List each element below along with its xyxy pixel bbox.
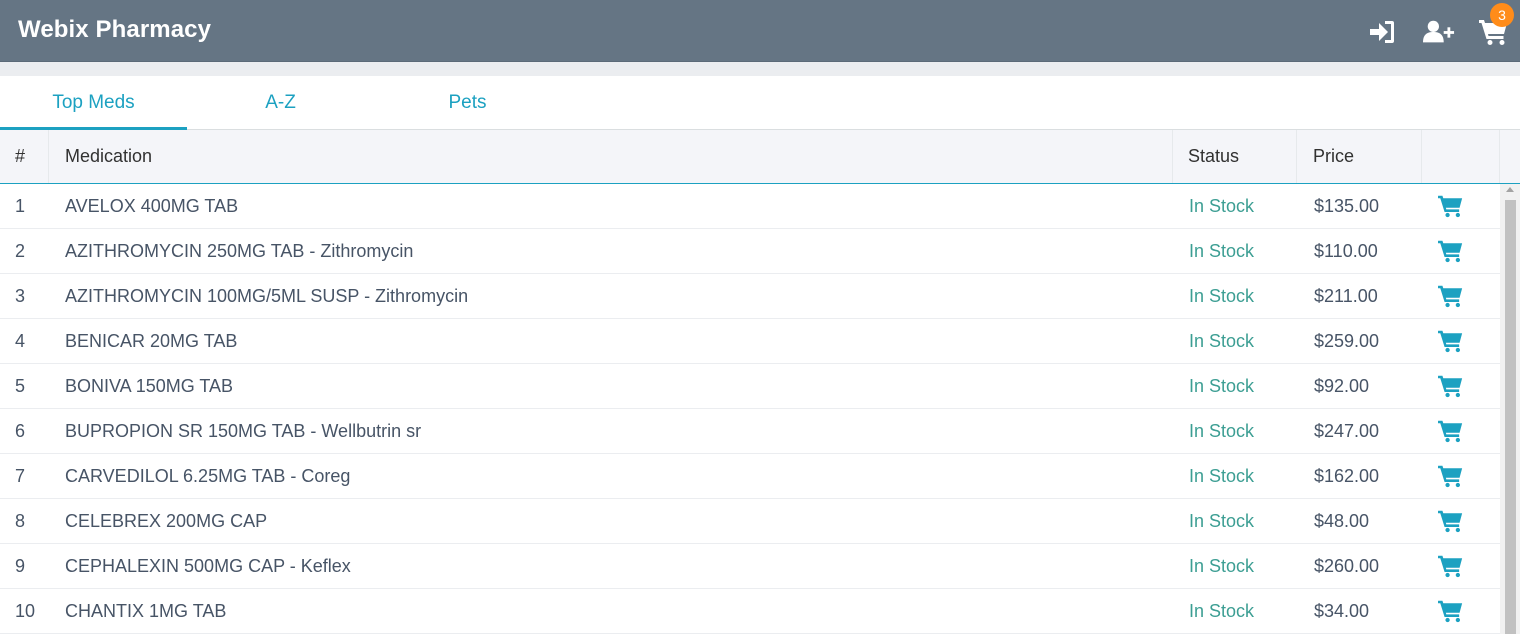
- row-index: 1: [15, 196, 26, 216]
- table-row[interactable]: 6 BUPROPION SR 150MG TAB - Wellbutrin sr…: [0, 409, 1500, 454]
- medication-name: AZITHROMYCIN 250MG TAB - Zithromycin: [65, 241, 414, 261]
- add-to-cart-icon[interactable]: [1437, 509, 1464, 533]
- table-row[interactable]: 8 CELEBREX 200MG CAP In Stock $48.00: [0, 499, 1500, 544]
- tab-pets[interactable]: Pets: [374, 76, 561, 129]
- row-index: 9: [15, 556, 26, 576]
- medication-name: AVELOX 400MG TAB: [65, 196, 239, 216]
- medication-name: CARVEDILOL 6.25MG TAB - Coreg: [65, 466, 351, 486]
- table-row[interactable]: 4 BENICAR 20MG TAB In Stock $259.00: [0, 319, 1500, 364]
- price: $247.00: [1314, 421, 1380, 441]
- add-to-cart-icon[interactable]: [1437, 374, 1464, 398]
- row-index: 3: [15, 286, 26, 306]
- add-to-cart-icon[interactable]: [1437, 464, 1464, 488]
- tab-bar: Top Meds A-Z Pets: [0, 76, 1520, 130]
- price: $110.00: [1314, 241, 1378, 261]
- table-row[interactable]: 2 AZITHROMYCIN 250MG TAB - Zithromycin I…: [0, 229, 1500, 274]
- medication-name: AZITHROMYCIN 100MG/5ML SUSP - Zithromyci…: [65, 286, 469, 306]
- sign-in-icon[interactable]: [1366, 16, 1398, 48]
- app-title: Webix Pharmacy: [18, 16, 212, 43]
- medication-name: BENICAR 20MG TAB: [65, 331, 238, 351]
- medication-table-body: 1 AVELOX 400MG TAB In Stock $135.00 2 AZ…: [0, 184, 1500, 634]
- column-header-index[interactable]: #: [15, 130, 25, 183]
- add-to-cart-icon[interactable]: [1437, 329, 1464, 353]
- cart-count-badge: 3: [1490, 3, 1514, 27]
- scrollbar-thumb[interactable]: [1505, 200, 1516, 634]
- stock-status: In Stock: [1189, 331, 1255, 351]
- table-row[interactable]: 10 CHANTIX 1MG TAB In Stock $34.00: [0, 589, 1500, 634]
- stock-status: In Stock: [1189, 286, 1255, 306]
- row-index: 5: [15, 376, 26, 396]
- column-divider: [48, 130, 49, 183]
- stock-status: In Stock: [1189, 196, 1255, 216]
- column-header-price[interactable]: Price: [1313, 130, 1354, 183]
- add-to-cart-icon[interactable]: [1437, 239, 1464, 263]
- price: $92.00: [1314, 376, 1370, 396]
- table-header: # Medication Status Price: [0, 130, 1520, 184]
- price: $259.00: [1314, 331, 1380, 351]
- medication-name: BUPROPION SR 150MG TAB - Wellbutrin sr: [65, 421, 422, 441]
- stock-status: In Stock: [1189, 511, 1255, 531]
- column-divider: [1499, 130, 1500, 183]
- tab-top-meds[interactable]: Top Meds: [0, 76, 187, 130]
- add-to-cart-icon[interactable]: [1437, 419, 1464, 443]
- row-index: 6: [15, 421, 26, 441]
- medication-name: CHANTIX 1MG TAB: [65, 601, 227, 621]
- row-index: 10: [15, 601, 36, 621]
- add-to-cart-icon[interactable]: [1437, 554, 1464, 578]
- stock-status: In Stock: [1189, 376, 1255, 396]
- table-row[interactable]: 9 CEPHALEXIN 500MG CAP - Keflex In Stock…: [0, 544, 1500, 589]
- tab-a-z[interactable]: A-Z: [187, 76, 374, 129]
- stock-status: In Stock: [1189, 421, 1255, 441]
- price: $211.00: [1314, 286, 1378, 306]
- medication-name: CELEBREX 200MG CAP: [65, 511, 268, 531]
- column-header-status[interactable]: Status: [1188, 130, 1239, 183]
- scroll-up-arrow-icon[interactable]: [1506, 187, 1514, 192]
- toolbar-spacer: [0, 62, 1520, 76]
- column-header-medication[interactable]: Medication: [65, 130, 152, 183]
- add-to-cart-icon[interactable]: [1437, 284, 1464, 308]
- vertical-scrollbar[interactable]: [1500, 184, 1520, 634]
- price: $48.00: [1314, 511, 1370, 531]
- table-row[interactable]: 5 BONIVA 150MG TAB In Stock $92.00: [0, 364, 1500, 409]
- column-divider: [1421, 130, 1422, 183]
- add-to-cart-icon[interactable]: [1437, 599, 1464, 623]
- top-toolbar: Webix Pharmacy 3: [0, 0, 1520, 62]
- row-index: 2: [15, 241, 26, 261]
- add-to-cart-icon[interactable]: [1437, 194, 1464, 218]
- column-divider: [1296, 130, 1297, 183]
- user-plus-icon[interactable]: [1423, 16, 1455, 48]
- row-index: 7: [15, 466, 26, 486]
- stock-status: In Stock: [1189, 466, 1255, 486]
- medication-name: BONIVA 150MG TAB: [65, 376, 234, 396]
- price: $135.00: [1314, 196, 1380, 216]
- table-row[interactable]: 3 AZITHROMYCIN 100MG/5ML SUSP - Zithromy…: [0, 274, 1500, 319]
- row-index: 8: [15, 511, 26, 531]
- column-divider: [1172, 130, 1173, 183]
- stock-status: In Stock: [1189, 241, 1255, 261]
- row-index: 4: [15, 331, 26, 351]
- price: $162.00: [1314, 466, 1380, 486]
- medication-name: CEPHALEXIN 500MG CAP - Keflex: [65, 556, 351, 576]
- stock-status: In Stock: [1189, 556, 1255, 576]
- stock-status: In Stock: [1189, 601, 1255, 621]
- price: $260.00: [1314, 556, 1380, 576]
- table-row[interactable]: 7 CARVEDILOL 6.25MG TAB - Coreg In Stock…: [0, 454, 1500, 499]
- table-row[interactable]: 1 AVELOX 400MG TAB In Stock $135.00: [0, 184, 1500, 229]
- price: $34.00: [1314, 601, 1370, 621]
